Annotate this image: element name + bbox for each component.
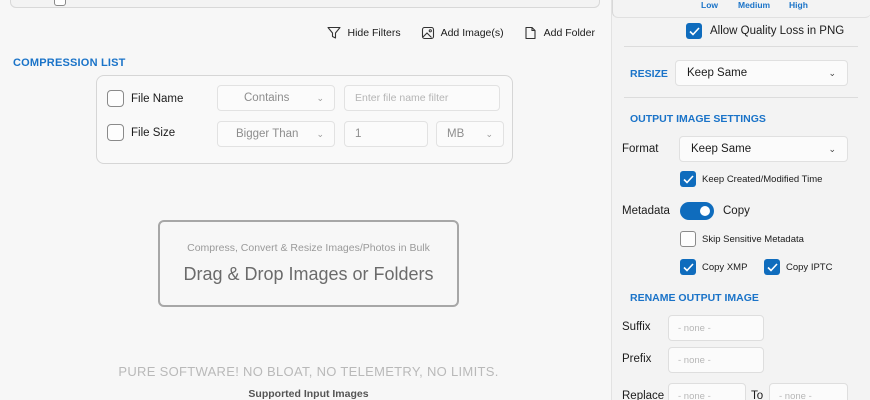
hide-filters-button[interactable]: Hide Filters: [327, 26, 401, 40]
prefix-input[interactable]: - none -: [668, 347, 764, 373]
resize-value: Keep Same: [687, 67, 748, 79]
to-label: To: [751, 390, 764, 400]
file-name-checkbox[interactable]: [107, 90, 124, 107]
suffix-label: Suffix: [622, 321, 651, 333]
allow-quality-loss-label: Allow Quality Loss in PNG: [710, 25, 845, 37]
file-size-unit-value: MB: [447, 128, 465, 140]
file-name-operator-value: Contains: [244, 92, 290, 104]
copy-xmp-checkbox[interactable]: [680, 259, 696, 275]
keep-time-label: Keep Created/Modified Time: [702, 173, 823, 185]
chevron-down-icon: ⌄: [828, 67, 836, 78]
to-input[interactable]: - none -: [769, 383, 848, 400]
hide-filters-label: Hide Filters: [347, 27, 401, 39]
file-size-operator-value: Bigger Than: [236, 128, 299, 140]
resize-title: RESIZE: [630, 68, 668, 80]
copy-iptc-label: Copy IPTC: [786, 261, 833, 273]
quality-low-label: Low: [701, 0, 718, 10]
replace-input[interactable]: - none -: [668, 383, 746, 400]
copy-iptc-row[interactable]: Copy IPTC: [764, 259, 832, 275]
allow-quality-loss-checkbox[interactable]: [686, 23, 702, 39]
filter-card: File Name Contains ⌄ Enter file name fil…: [96, 75, 513, 164]
supported-input-label: Supported Input Images: [248, 388, 369, 400]
file-name-operator-select[interactable]: Contains ⌄: [217, 85, 335, 111]
metadata-toggle[interactable]: [680, 202, 714, 220]
file-size-value-input[interactable]: 1: [344, 121, 428, 147]
file-name-filter-input[interactable]: Enter file name filter: [344, 85, 500, 111]
chevron-down-icon: ⌄: [316, 92, 324, 103]
resize-select[interactable]: Keep Same ⌄: [675, 60, 848, 86]
file-name-filter-row: File Name: [107, 90, 183, 107]
output-settings-title: OUTPUT IMAGE SETTINGS: [630, 113, 766, 125]
tagline: PURE SOFTWARE! NO BLOAT, NO TELEMETRY, N…: [118, 364, 499, 379]
add-images-button[interactable]: Add Image(s): [421, 26, 504, 40]
file-name-label: File Name: [131, 92, 184, 105]
copy-xmp-row[interactable]: Copy XMP: [680, 259, 747, 275]
keep-time-checkbox[interactable]: [680, 171, 696, 187]
quality-high-label: High: [789, 0, 808, 10]
drop-zone-title: Drag & Drop Images or Folders: [183, 264, 434, 284]
suffix-value: - none -: [678, 322, 711, 334]
file-size-unit-select[interactable]: MB ⌄: [436, 121, 504, 147]
add-folder-label: Add Folder: [543, 27, 595, 39]
file-name-filter-placeholder: Enter file name filter: [355, 92, 449, 104]
add-images-label: Add Image(s): [440, 27, 504, 39]
chevron-down-icon: ⌄: [828, 143, 836, 154]
prefix-label: Prefix: [622, 353, 652, 365]
file-size-value: 1: [355, 128, 362, 140]
keep-time-row[interactable]: Keep Created/Modified Time: [680, 171, 822, 187]
main-pane: Hide Filters Add Image(s) Add Folder COM…: [0, 0, 611, 400]
divider: [624, 46, 858, 47]
compression-list-title: COMPRESSION LIST: [13, 57, 126, 69]
format-value: Keep Same: [691, 143, 752, 155]
suffix-input[interactable]: - none -: [668, 315, 764, 341]
drop-zone[interactable]: Compress, Convert & Resize Images/Photos…: [158, 220, 459, 307]
top-panel-edge: [10, 0, 600, 8]
prefix-value: - none -: [678, 354, 711, 366]
folder-add-icon: [524, 26, 538, 40]
metadata-toggle-row[interactable]: Copy: [680, 202, 750, 220]
top-checkbox[interactable]: [54, 0, 66, 6]
to-value: - none -: [779, 390, 812, 400]
chevron-down-icon: ⌄: [316, 128, 324, 139]
replace-label: Replace: [622, 390, 665, 400]
drop-zone-subtitle: Compress, Convert & Resize Images/Photos…: [187, 242, 430, 254]
replace-value: - none -: [678, 390, 711, 400]
metadata-label: Metadata: [622, 205, 670, 217]
file-size-filter-row: File Size: [107, 124, 175, 141]
quality-medium-label: Medium: [738, 0, 771, 10]
filter-icon: [327, 26, 342, 40]
format-label: Format: [622, 143, 659, 155]
allow-quality-loss-row[interactable]: Allow Quality Loss in PNG: [686, 23, 844, 39]
toolbar: Hide Filters Add Image(s) Add Folder: [327, 26, 595, 40]
toggle-knob: [700, 206, 710, 216]
skip-sensitive-label: Skip Sensitive Metadata: [702, 233, 804, 245]
chevron-down-icon: ⌄: [485, 128, 493, 139]
skip-sensitive-row[interactable]: Skip Sensitive Metadata: [680, 231, 804, 247]
add-folder-button[interactable]: Add Folder: [524, 26, 595, 40]
file-size-checkbox[interactable]: [107, 124, 124, 141]
format-select[interactable]: Keep Same ⌄: [679, 136, 848, 162]
copy-iptc-checkbox[interactable]: [764, 259, 780, 275]
rename-title: RENAME OUTPUT IMAGE: [630, 292, 759, 304]
settings-pane: Low Medium High Allow Quality Loss in PN…: [611, 0, 870, 400]
copy-xmp-label: Copy XMP: [702, 261, 748, 273]
skip-sensitive-checkbox[interactable]: [680, 231, 696, 247]
image-icon: [421, 26, 435, 40]
file-size-label: File Size: [131, 126, 176, 139]
file-size-operator-select[interactable]: Bigger Than ⌄: [217, 121, 335, 147]
metadata-toggle-label: Copy: [723, 205, 750, 217]
divider: [624, 97, 858, 98]
